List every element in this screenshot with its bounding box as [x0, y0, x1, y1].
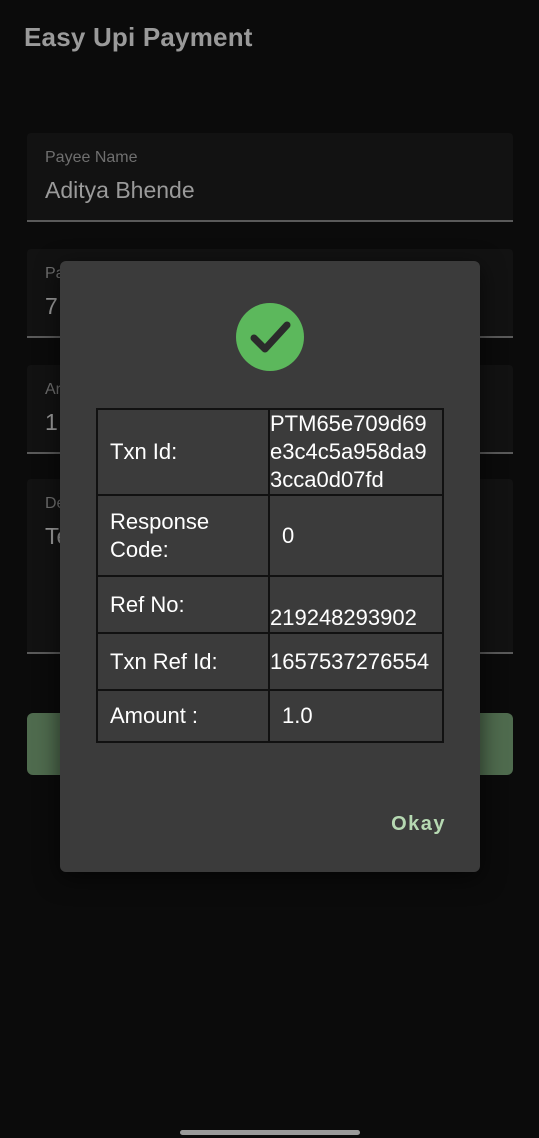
table-row: Txn Ref Id: 1657537276554: [96, 632, 444, 691]
txn-ref-id-key: Txn Ref Id:: [96, 632, 270, 691]
table-row: Amount : 1.0: [96, 689, 444, 743]
txn-id-key: Txn Id:: [96, 408, 270, 496]
transaction-dialog: Txn Id: PTM65e709d69e3c4c5a958da93cca0d0…: [60, 261, 480, 872]
response-code-value: 0: [268, 494, 444, 577]
txn-id-value: PTM65e709d69e3c4c5a958da93cca0d07fd: [268, 408, 444, 496]
ref-no-key: Ref No:: [96, 575, 270, 634]
okay-button[interactable]: Okay: [391, 813, 446, 836]
txn-ref-id-value: 1657537276554: [268, 632, 444, 691]
table-row: Txn Id: PTM65e709d69e3c4c5a958da93cca0d0…: [96, 408, 444, 496]
home-indicator[interactable]: [180, 1130, 360, 1135]
ref-no-value: 219248293902: [268, 575, 444, 634]
amount-row-value: 1.0: [268, 689, 444, 743]
table-row: Ref No: 219248293902: [96, 575, 444, 634]
table-row: Response Code: 0: [96, 494, 444, 577]
response-code-key: Response Code:: [96, 494, 270, 577]
amount-key: Amount :: [96, 689, 270, 743]
transaction-table: Txn Id: PTM65e709d69e3c4c5a958da93cca0d0…: [96, 408, 444, 743]
check-circle-icon: [236, 303, 304, 371]
